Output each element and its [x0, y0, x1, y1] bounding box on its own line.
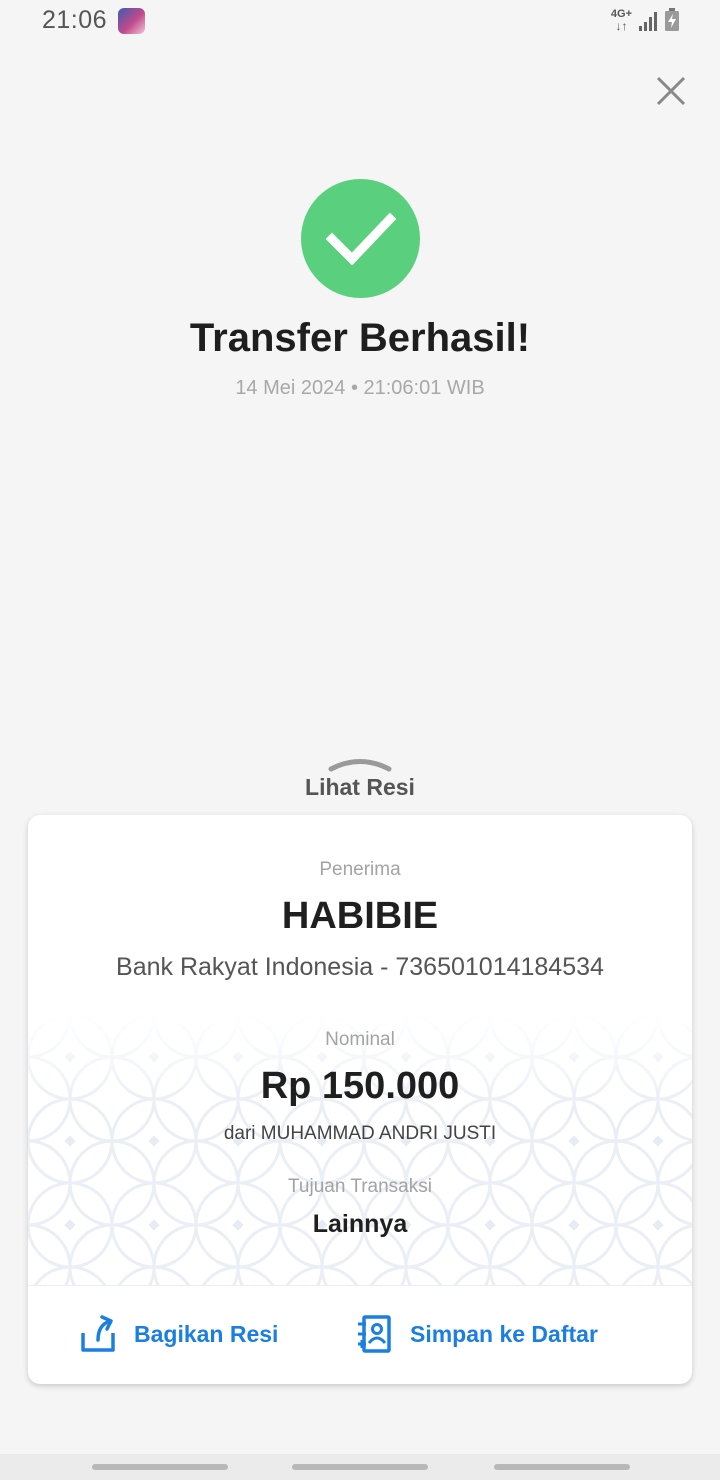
- nav-back-button[interactable]: [494, 1464, 630, 1470]
- share-receipt-button[interactable]: Bagikan Resi: [80, 1312, 278, 1356]
- status-time: 21:06: [42, 6, 108, 34]
- checkmark-icon: [325, 212, 396, 265]
- transaction-timestamp: 14 Mei 2024 • 21:06:01 WIB: [235, 377, 485, 399]
- view-receipt-label: Lihat Resi: [305, 774, 415, 800]
- purpose-value: Lainnya: [312, 1210, 408, 1238]
- save-to-list-label: Simpan ke Daftar: [410, 1320, 598, 1347]
- recipient-label: Penerima: [319, 859, 401, 880]
- close-icon: [656, 76, 686, 106]
- amount-value: Rp 150.000: [260, 1065, 460, 1107]
- network-arrows: ↓↑: [615, 19, 628, 33]
- page-title: Transfer Berhasil!: [189, 316, 531, 360]
- receipt-card: Penerima HABIBIE Bank Rakyat Indonesia -…: [28, 815, 692, 1384]
- share-icon: [81, 1315, 115, 1352]
- system-nav-bar: [0, 1454, 720, 1480]
- contact-book-add-icon: [358, 1315, 391, 1353]
- amount-label: Nominal: [325, 1029, 395, 1050]
- share-receipt-label: Bagikan Resi: [134, 1320, 279, 1347]
- recipient-bank-account: Bank Rakyat Indonesia - 736501014184534: [116, 953, 604, 981]
- recipient-name: HABIBIE: [281, 895, 439, 937]
- purpose-label: Tujuan Transaksi: [288, 1176, 432, 1197]
- check-circle-icon: [301, 179, 420, 298]
- nav-recents-button[interactable]: [92, 1464, 228, 1470]
- nav-home-button[interactable]: [292, 1464, 428, 1470]
- sender-name: dari MUHAMMAD ANDRI JUSTI: [223, 1123, 497, 1144]
- battery-charging-icon: [665, 8, 679, 31]
- signal-icon: [639, 12, 657, 31]
- status-icons: 4G+ ↓↑: [611, 8, 680, 32]
- divider: [28, 1285, 692, 1286]
- status-bar: 21:06 4G+ ↓↑: [0, 0, 720, 44]
- background-pattern: [28, 1015, 692, 1285]
- app-icon: [118, 8, 145, 34]
- network-indicator: 4G+ ↓↑: [611, 9, 632, 33]
- close-button[interactable]: [648, 68, 694, 114]
- save-to-list-button[interactable]: Simpan ke Daftar: [356, 1312, 598, 1356]
- chevron-up-icon: [328, 759, 392, 772]
- view-receipt-toggle[interactable]: Lihat Resi: [260, 750, 460, 806]
